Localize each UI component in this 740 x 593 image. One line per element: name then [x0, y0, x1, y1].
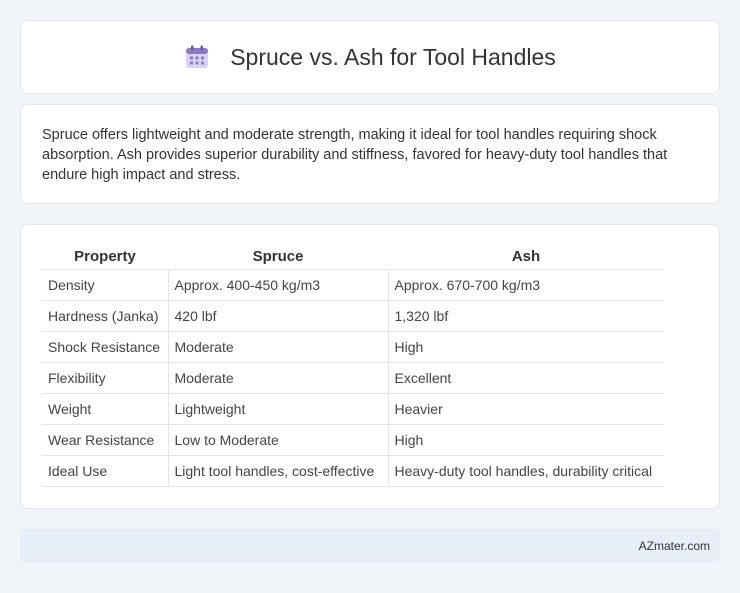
header-ash: Ash [388, 245, 664, 270]
property-cell: Flexibility [42, 362, 169, 394]
table-row: Flexibility Moderate Excellent [42, 362, 664, 394]
comparison-table: Property Spruce Ash Density Approx. 400-… [42, 245, 664, 487]
footer-site-link[interactable]: AZmater.com [639, 539, 710, 553]
description-card: Spruce offers lightweight and moderate s… [20, 104, 720, 204]
table-row: Hardness (Janka) 420 lbf 1,320 lbf [42, 300, 664, 332]
property-cell: Shock Resistance [42, 331, 169, 363]
ash-cell: Heavier [388, 393, 664, 425]
spruce-cell: Moderate [168, 331, 389, 363]
description-text: Spruce offers lightweight and moderate s… [42, 127, 668, 183]
ash-cell: High [388, 331, 664, 363]
table-row: Ideal Use Light tool handles, cost-effec… [42, 455, 664, 487]
property-cell: Wear Resistance [42, 424, 169, 456]
table-row: Shock Resistance Moderate High [42, 331, 664, 363]
spruce-cell: Light tool handles, cost-effective [168, 455, 389, 487]
footer: AZmater.com [20, 529, 720, 562]
table-row: Density Approx. 400-450 kg/m3 Approx. 67… [42, 269, 664, 301]
header-spruce: Spruce [168, 245, 388, 270]
page-title: Spruce vs. Ash for Tool Handles [230, 43, 556, 70]
spruce-cell: Lightweight [168, 393, 389, 425]
ash-cell: Heavy-duty tool handles, durability crit… [388, 455, 664, 487]
spruce-cell: Approx. 400-450 kg/m3 [168, 269, 389, 301]
property-cell: Weight [42, 393, 169, 425]
table-row: Weight Lightweight Heavier [42, 393, 664, 425]
spruce-cell: Low to Moderate [168, 424, 389, 456]
title-wrap: Spruce vs. Ash for Tool Handles [184, 44, 556, 71]
calendar-icon [186, 45, 209, 68]
ash-cell: 1,320 lbf [388, 300, 664, 332]
property-cell: Density [42, 269, 169, 301]
property-cell: Hardness (Janka) [42, 300, 169, 332]
comparison-card: Property Spruce Ash Density Approx. 400-… [20, 224, 720, 509]
ash-cell: Excellent [388, 362, 664, 394]
spruce-cell: Moderate [168, 362, 389, 394]
header-property: Property [42, 245, 168, 270]
ash-cell: Approx. 670-700 kg/m3 [388, 269, 664, 301]
table-header-row: Property Spruce Ash [42, 245, 664, 270]
spruce-cell: 420 lbf [168, 300, 389, 332]
ash-cell: High [388, 424, 664, 456]
property-cell: Ideal Use [42, 455, 169, 487]
title-card: Spruce vs. Ash for Tool Handles [20, 20, 720, 94]
table-row: Wear Resistance Low to Moderate High [42, 424, 664, 456]
